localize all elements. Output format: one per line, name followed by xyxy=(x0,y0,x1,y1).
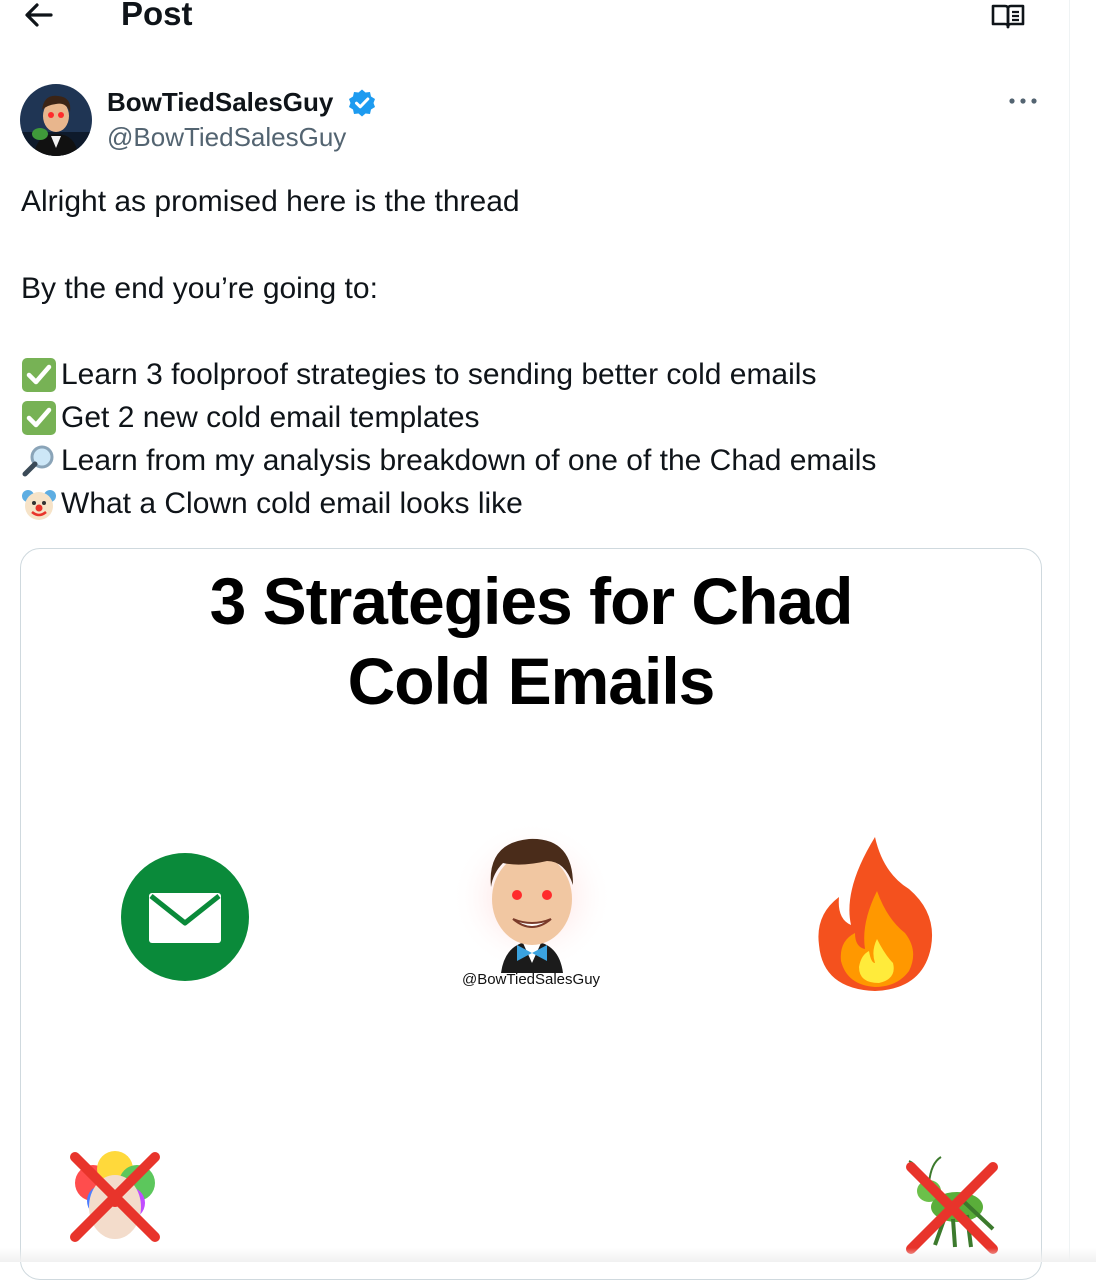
clown-face-icon xyxy=(21,486,57,522)
ellipsis-icon xyxy=(1009,98,1037,104)
verified-badge-icon xyxy=(347,88,377,118)
list-item: Learn from my analysis breakdown of one … xyxy=(21,439,876,482)
arrow-left-icon xyxy=(25,3,53,27)
list-item-text: What a Clown cold email looks like xyxy=(61,487,523,520)
reader-mode-button[interactable] xyxy=(990,2,1026,30)
check-mark-icon xyxy=(21,357,57,393)
clown-crossed-icon xyxy=(63,1145,167,1249)
check-mark-icon xyxy=(21,400,57,436)
author-display-name[interactable]: BowTiedSalesGuy xyxy=(107,85,333,119)
back-button[interactable] xyxy=(22,0,56,30)
media-image-card[interactable]: 3 Strategies for Chad Cold Emails @BowTi… xyxy=(20,548,1042,1280)
list-item: Learn 3 foolproof strategies to sending … xyxy=(21,353,816,396)
tweet-line: By the end you’re going to: xyxy=(21,272,378,305)
cricket-crossed-icon xyxy=(901,1155,1005,1259)
bottom-edge-fade xyxy=(0,1248,1096,1262)
author-handle[interactable]: @BowTiedSalesGuy xyxy=(107,120,346,154)
list-item-text: Learn 3 foolproof strategies to sending … xyxy=(61,358,817,391)
tweet-line: Alright as promised here is the thread xyxy=(21,185,520,218)
magnifying-glass-icon xyxy=(21,443,57,479)
image-title: 3 Strategies for Chad Cold Emails xyxy=(209,564,854,718)
list-item-text: Learn from my analysis breakdown of one … xyxy=(61,444,877,477)
character-illustration xyxy=(451,821,613,973)
more-options-button[interactable] xyxy=(1006,88,1040,114)
list-item: What a Clown cold email looks like xyxy=(21,482,523,525)
column-divider xyxy=(1069,0,1070,1262)
fire-icon xyxy=(813,833,939,995)
avatar[interactable] xyxy=(20,84,92,156)
book-open-icon xyxy=(991,4,1025,29)
list-item: Get 2 new cold email templates xyxy=(21,396,480,439)
envelope-icon xyxy=(119,851,251,983)
page-title: Post xyxy=(121,0,193,32)
character-handle-label: @BowTiedSalesGuy xyxy=(461,971,601,988)
list-item-text: Get 2 new cold email templates xyxy=(61,401,480,434)
